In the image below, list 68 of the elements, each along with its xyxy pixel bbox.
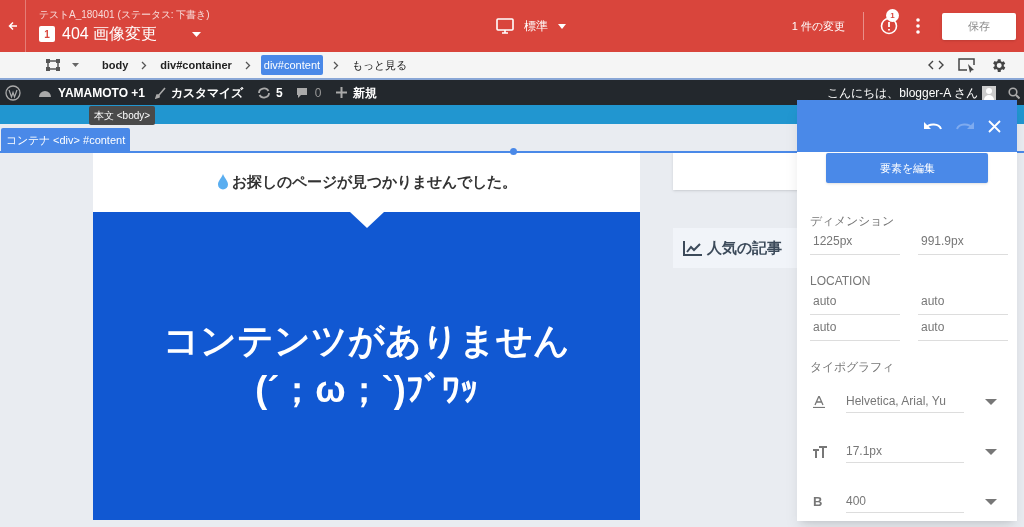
input-field[interactable]: 991.9px — [918, 229, 1008, 255]
dropdown-field[interactable]: Helvetica, Arial, Yu — [846, 391, 964, 413]
caret-icon[interactable] — [985, 449, 997, 455]
breadcrumb-item[interactable]: もっと見る — [349, 56, 411, 74]
avatar-icon — [982, 85, 996, 100]
font-color-icon — [813, 396, 825, 408]
more-menu-icon[interactable] — [916, 18, 920, 34]
hover-tooltip: 本文 <body> — [89, 106, 156, 125]
chevron-right-icon — [244, 60, 251, 70]
bold-icon: B — [813, 495, 823, 509]
selection-box-icon[interactable] — [46, 59, 60, 71]
input-field[interactable]: 1225px — [810, 229, 900, 255]
chevron-right-icon — [333, 60, 340, 70]
wordpress-logo-icon[interactable] — [5, 84, 21, 101]
line-chart-icon — [683, 240, 703, 256]
caret-icon[interactable] — [72, 63, 79, 67]
comment-icon — [295, 86, 308, 99]
caret-icon — [558, 23, 566, 29]
site-name-link[interactable]: YAMAMOTO +1 — [38, 83, 146, 102]
section-title: LOCATION — [810, 273, 872, 289]
page-title: 404 画像変更 — [62, 24, 158, 44]
updates-link[interactable]: 5 — [257, 83, 283, 102]
dropdown-caret-icon[interactable] — [192, 31, 202, 37]
caret-icon[interactable] — [985, 499, 997, 505]
selection-label: コンテナ <div> #content — [1, 128, 131, 152]
dropdown-field[interactable]: 400 — [846, 491, 964, 513]
undo-icon[interactable] — [924, 121, 942, 131]
settings-icon[interactable] — [990, 56, 1007, 74]
new-link[interactable]: 新規 — [336, 83, 378, 102]
plus-icon — [336, 87, 348, 98]
caret-icon[interactable] — [985, 399, 997, 405]
input-field[interactable]: auto — [810, 315, 900, 341]
notice-text: お探しのページが見つかりませんでした。 — [231, 171, 517, 192]
notification-badge: 1 — [886, 9, 899, 22]
changes-count: 1 件の変更 — [791, 18, 845, 34]
dropdown-field[interactable]: 17.1px — [846, 441, 964, 463]
comments-link[interactable]: 0 — [295, 83, 322, 102]
selection-handle[interactable] — [510, 148, 517, 155]
input-field[interactable]: auto — [918, 315, 1008, 341]
brush-icon — [155, 86, 167, 99]
refresh-icon — [257, 86, 272, 99]
input-field[interactable]: auto — [918, 289, 1008, 315]
input-field[interactable]: auto — [810, 289, 900, 315]
emoticon: (´；ω；`)ﾌﾞﾜｯ — [255, 368, 478, 412]
section-title: タイポグラフィ — [810, 359, 895, 375]
device-selector[interactable]: 標準 — [496, 17, 566, 35]
edit-element-button[interactable]: 要素を編集 — [826, 153, 988, 183]
code-icon[interactable] — [928, 60, 944, 70]
breadcrumb-item[interactable]: div#content — [260, 54, 324, 76]
breadcrumb-item[interactable]: div#container — [157, 56, 235, 74]
section-title: ディメンション — [810, 213, 895, 229]
notification-button[interactable] — [880, 17, 898, 35]
close-icon[interactable] — [988, 119, 1001, 133]
back-arrow-icon — [7, 21, 18, 31]
monitor-icon — [496, 18, 514, 34]
cursor-select-icon[interactable] — [958, 57, 976, 73]
save-button[interactable]: 保存 — [942, 12, 1016, 40]
breadcrumb-item[interactable]: body — [99, 56, 132, 74]
water-drop-icon — [216, 174, 229, 190]
no-content-message: コンテンツがありません — [163, 319, 570, 363]
version-badge: 1 — [39, 26, 55, 42]
search-icon[interactable] — [1008, 86, 1020, 99]
draft-subtitle: テストA_180401 (ステータス: 下書き) — [39, 8, 211, 22]
alert-icon — [880, 17, 898, 35]
chevron-right-icon — [141, 60, 148, 70]
text-size-icon — [813, 446, 827, 458]
customize-link[interactable]: カスタマイズ — [155, 83, 244, 102]
greeting[interactable]: こんにちは、blogger-A さん — [827, 83, 978, 102]
